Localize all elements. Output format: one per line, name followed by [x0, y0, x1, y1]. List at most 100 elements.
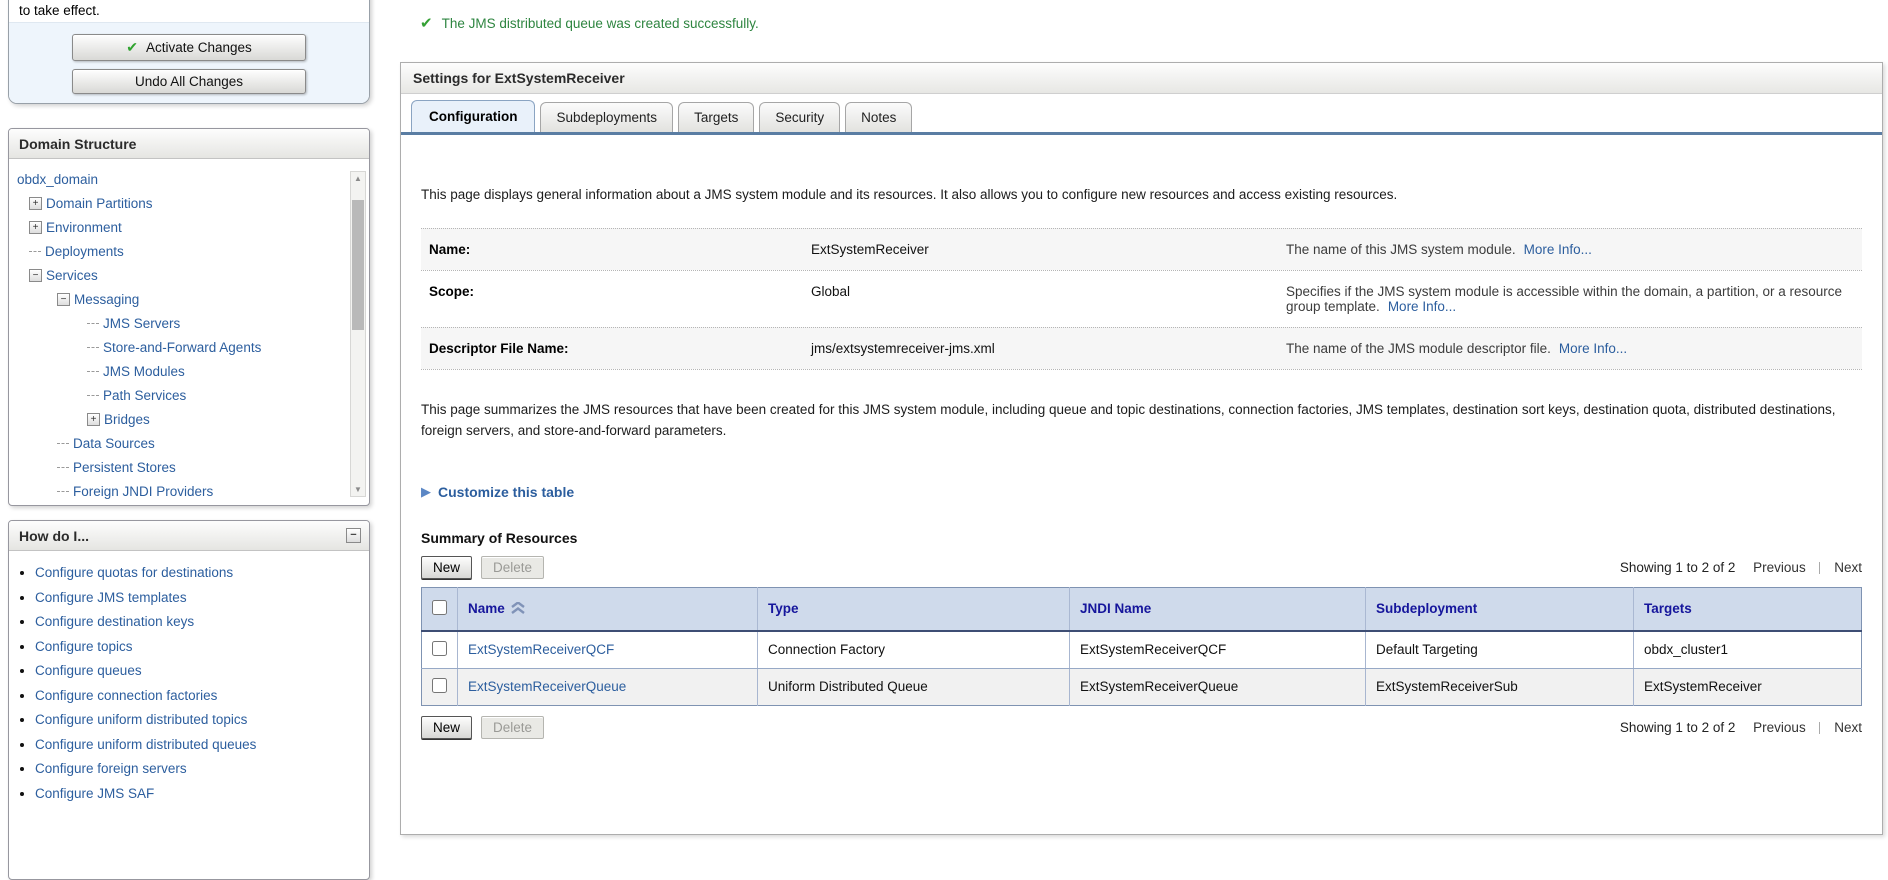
- howto-link-queues[interactable]: Configure queues: [35, 663, 142, 678]
- list-item: Configure topics: [35, 639, 369, 654]
- list-item: Configure uniform distributed queues: [35, 737, 369, 752]
- customize-arrow-icon: ▶: [421, 484, 431, 500]
- page-title: Settings for ExtSystemReceiver: [401, 63, 1882, 94]
- undo-all-changes-label: Undo All Changes: [135, 74, 243, 89]
- list-item: Configure destination keys: [35, 614, 369, 629]
- more-info-link[interactable]: More Info...: [1388, 299, 1456, 314]
- property-row-scope: Scope: Global Specifies if the JMS syste…: [421, 270, 1862, 327]
- next-link[interactable]: Next: [1834, 720, 1862, 735]
- howto-link-quotas[interactable]: Configure quotas for destinations: [35, 565, 233, 580]
- resource-subdeployment-cell: Default Targeting: [1366, 631, 1634, 669]
- tree-item-domain-partitions[interactable]: +Domain Partitions: [9, 191, 365, 215]
- row-select-cell: [422, 668, 458, 705]
- expand-icon[interactable]: +: [87, 413, 100, 426]
- tree-dash: [87, 323, 99, 324]
- list-item: Configure foreign servers: [35, 761, 369, 776]
- howto-link-jms-templates[interactable]: Configure JMS templates: [35, 590, 187, 605]
- domain-structure-title: Domain Structure: [9, 129, 369, 159]
- howto-link-foreign-servers[interactable]: Configure foreign servers: [35, 761, 187, 776]
- tab-security[interactable]: Security: [759, 102, 840, 132]
- tree-item-obdx-domain[interactable]: obdx_domain: [9, 167, 365, 191]
- previous-link[interactable]: Previous: [1753, 560, 1806, 575]
- more-info-link[interactable]: More Info...: [1559, 341, 1627, 356]
- row-select-cell: [422, 631, 458, 669]
- resource-targets-cell: obdx_cluster1: [1634, 631, 1862, 669]
- change-center-note: to take effect.: [9, 0, 369, 22]
- tab-targets[interactable]: Targets: [678, 102, 754, 132]
- scroll-down-icon[interactable]: ▼: [351, 485, 365, 494]
- module-properties: Name: ExtSystemReceiver The name of this…: [421, 228, 1862, 370]
- tree-item-bridges[interactable]: +Bridges: [9, 407, 365, 431]
- panel-collapse-icon[interactable]: −: [346, 528, 361, 543]
- sort-ascending-icon[interactable]: [511, 602, 525, 614]
- tab-bar: Configuration Subdeployments Targets Sec…: [401, 94, 1882, 135]
- property-value: ExtSystemReceiver: [811, 242, 1286, 257]
- property-label: Descriptor File Name:: [429, 341, 811, 356]
- tree-item-foreign-jndi-providers[interactable]: Foreign JNDI Providers: [9, 479, 365, 503]
- how-do-i-panel: How do I... − Configure quotas for desti…: [8, 520, 370, 880]
- column-header-type[interactable]: Type: [758, 587, 1070, 631]
- new-button[interactable]: New: [421, 716, 472, 739]
- previous-link[interactable]: Previous: [1753, 720, 1806, 735]
- tree-item-data-sources[interactable]: Data Sources: [9, 431, 365, 455]
- howto-link-topics[interactable]: Configure topics: [35, 639, 133, 654]
- resources-table-title: Summary of Resources: [421, 530, 1862, 546]
- customize-table-link[interactable]: Customize this table: [438, 484, 574, 500]
- row-checkbox[interactable]: [432, 678, 447, 693]
- tree-item-store-and-forward-agents[interactable]: Store-and-Forward Agents: [9, 335, 365, 359]
- success-message-text: The JMS distributed queue was created su…: [442, 16, 759, 31]
- tree-item-environment[interactable]: +Environment: [9, 215, 365, 239]
- tree-item-path-services[interactable]: Path Services: [9, 383, 365, 407]
- tree-item-services[interactable]: −Services: [9, 263, 365, 287]
- howto-link-jms-saf[interactable]: Configure JMS SAF: [35, 786, 154, 801]
- list-item: Configure connection factories: [35, 688, 369, 703]
- domain-tree: obdx_domain +Domain Partitions +Environm…: [9, 159, 369, 503]
- tab-notes[interactable]: Notes: [845, 102, 912, 132]
- activate-changes-label: Activate Changes: [146, 40, 252, 55]
- tree-item-deployments[interactable]: Deployments: [9, 239, 365, 263]
- collapse-icon[interactable]: −: [57, 293, 70, 306]
- delete-button[interactable]: Delete: [481, 716, 544, 739]
- tree-item-persistent-stores[interactable]: Persistent Stores: [9, 455, 365, 479]
- column-header-subdeployment[interactable]: Subdeployment: [1366, 587, 1634, 631]
- howto-link-connection-factories[interactable]: Configure connection factories: [35, 688, 217, 703]
- expand-icon[interactable]: +: [29, 221, 42, 234]
- next-link[interactable]: Next: [1834, 560, 1862, 575]
- page-description: This page displays general information a…: [421, 187, 1862, 202]
- new-button[interactable]: New: [421, 556, 472, 579]
- how-do-i-title: How do I...: [19, 528, 89, 544]
- howto-link-destination-keys[interactable]: Configure destination keys: [35, 614, 194, 629]
- resource-link[interactable]: ExtSystemReceiverQCF: [468, 642, 614, 657]
- delete-button[interactable]: Delete: [481, 556, 544, 579]
- select-all-header: [422, 587, 458, 631]
- column-header-name[interactable]: Name: [458, 587, 758, 631]
- row-checkbox[interactable]: [432, 641, 447, 656]
- select-all-checkbox[interactable]: [432, 600, 447, 615]
- table-controls-top: New Delete Showing 1 to 2 of 2 Previous …: [421, 556, 1862, 579]
- more-info-link[interactable]: More Info...: [1524, 242, 1592, 257]
- tree-item-jms-servers[interactable]: JMS Servers: [9, 311, 365, 335]
- how-do-i-list: Configure quotas for destinations Config…: [9, 565, 369, 801]
- tab-configuration[interactable]: Configuration: [411, 100, 535, 132]
- tree-item-messaging[interactable]: −Messaging: [9, 287, 365, 311]
- collapse-icon[interactable]: −: [29, 269, 42, 282]
- scrollbar-thumb[interactable]: [352, 200, 364, 330]
- tree-item-jms-modules[interactable]: JMS Modules: [9, 359, 365, 383]
- resource-link[interactable]: ExtSystemReceiverQueue: [468, 679, 626, 694]
- property-label: Scope:: [429, 284, 811, 314]
- howto-link-uniform-distributed-queues[interactable]: Configure uniform distributed queues: [35, 737, 256, 752]
- table-header-row: Name Type JNDI Name Subdeployment Target…: [422, 587, 1862, 631]
- scroll-up-icon[interactable]: ▲: [351, 174, 365, 183]
- tab-subdeployments[interactable]: Subdeployments: [540, 102, 673, 132]
- expand-icon[interactable]: +: [29, 197, 42, 210]
- tree-scrollbar[interactable]: ▲ ▼: [350, 171, 366, 497]
- tree-dash: [57, 491, 69, 492]
- column-header-targets[interactable]: Targets: [1634, 587, 1862, 631]
- pagination-top: Showing 1 to 2 of 2 Previous Next: [1620, 560, 1862, 575]
- column-header-jndi-name[interactable]: JNDI Name: [1070, 587, 1366, 631]
- undo-all-changes-button[interactable]: Undo All Changes: [72, 69, 306, 94]
- activate-check-icon: ✔: [126, 39, 138, 55]
- activate-changes-button[interactable]: ✔ Activate Changes: [72, 34, 306, 61]
- tree-dash: [87, 371, 99, 372]
- howto-link-uniform-distributed-topics[interactable]: Configure uniform distributed topics: [35, 712, 247, 727]
